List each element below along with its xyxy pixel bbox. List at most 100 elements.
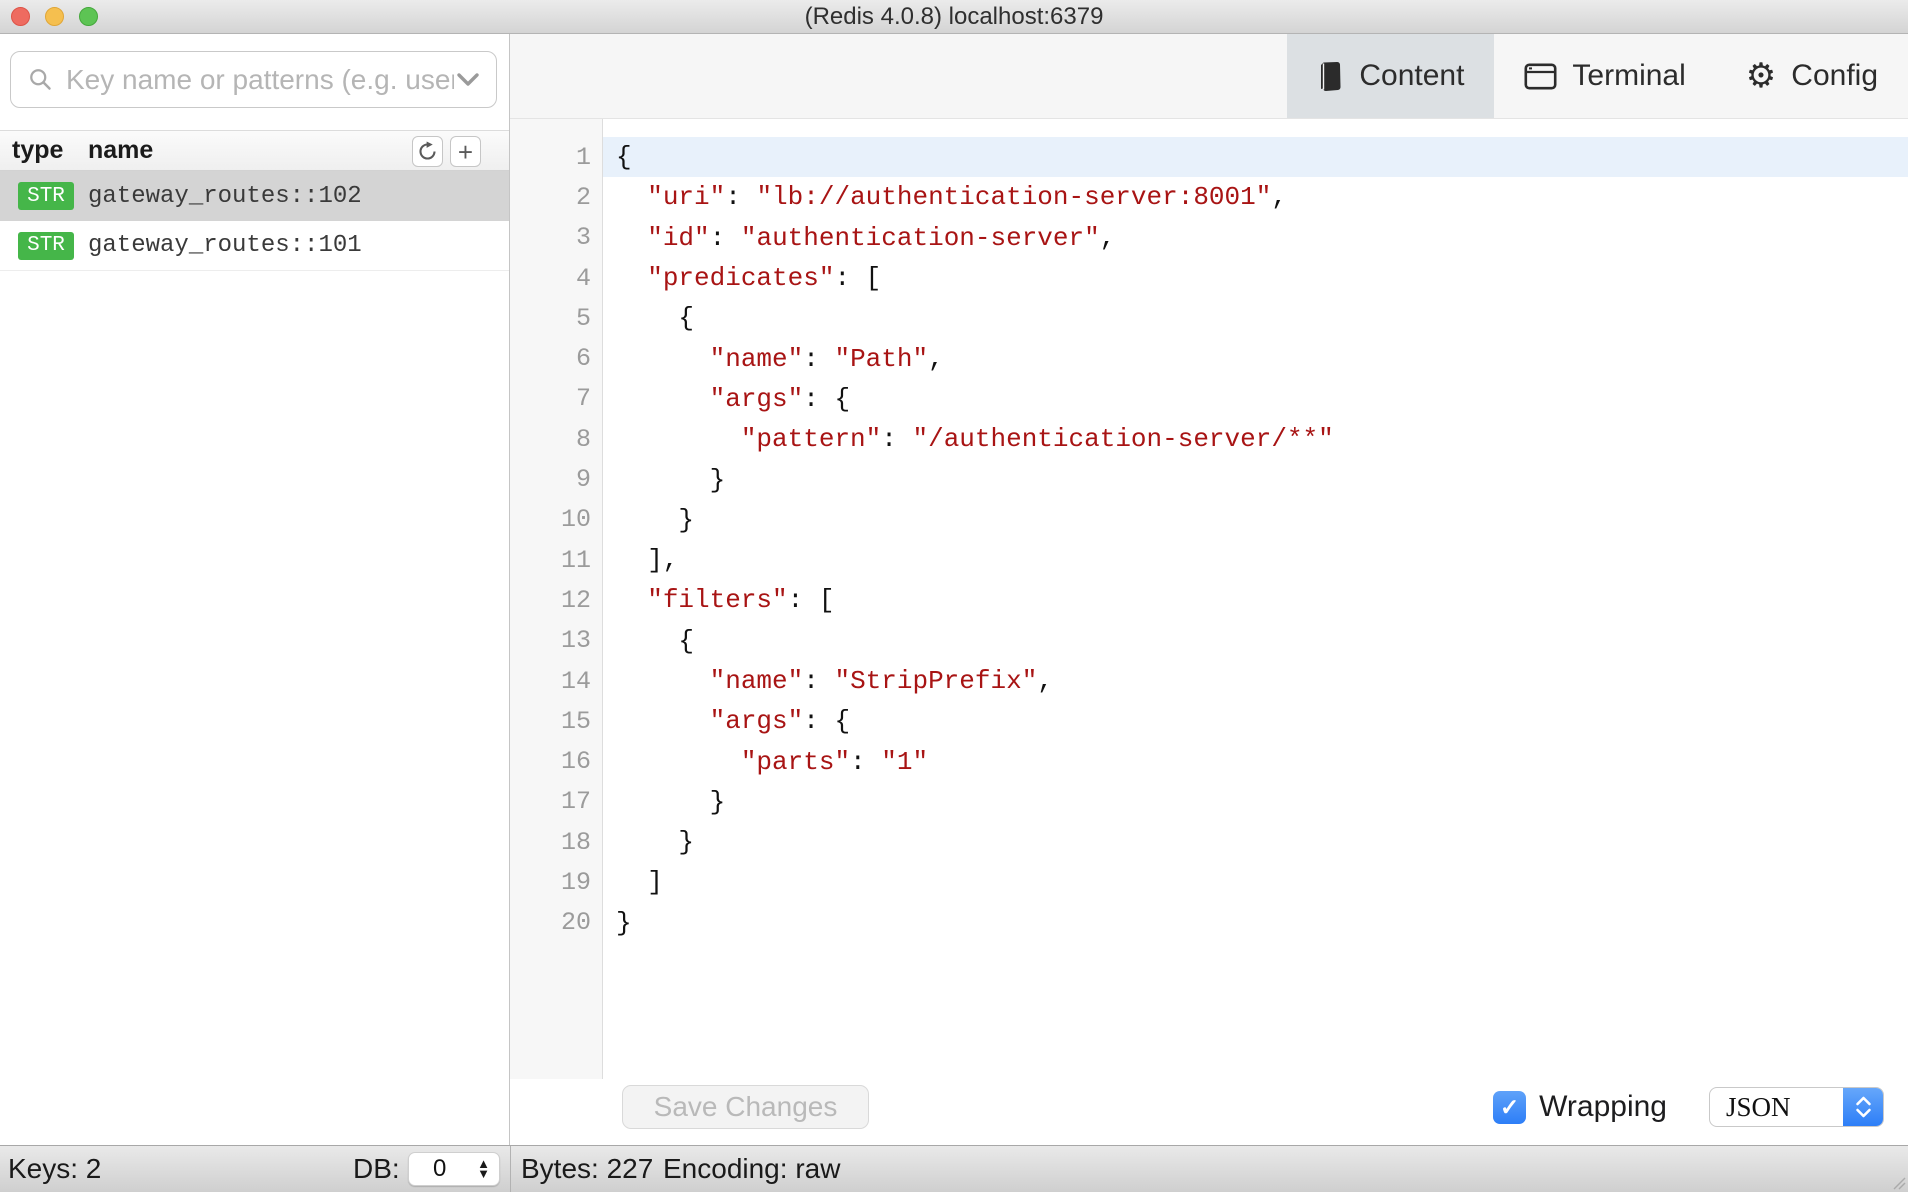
line-number: 10 xyxy=(510,505,603,534)
db-label: DB: xyxy=(353,1153,400,1185)
line-number: 5 xyxy=(510,304,603,333)
line-number: 3 xyxy=(510,223,603,252)
code-line-text: { xyxy=(603,621,1908,661)
code-line-text: ], xyxy=(603,540,1908,580)
editor-line: 7 "args": { xyxy=(510,379,1908,419)
zoom-window-button[interactable] xyxy=(79,7,98,26)
app-window: (Redis 4.0.8) localhost:6379 type nam xyxy=(0,0,1908,1192)
add-key-button[interactable]: + xyxy=(450,136,481,167)
editor-line: 6 "name": "Path", xyxy=(510,338,1908,378)
line-number: 18 xyxy=(510,828,603,857)
checkbox-check-icon: ✓ xyxy=(1493,1091,1526,1124)
code-line-text: "pattern": "/authentication-server/**" xyxy=(603,419,1908,459)
encoding-info: Encoding: raw xyxy=(663,1153,840,1185)
editor-line: 14 "name": "StripPrefix", xyxy=(510,661,1908,701)
tabbar: Content Terminal ⚙ Config xyxy=(510,34,1908,119)
line-number: 12 xyxy=(510,586,603,615)
code-line-text: "uri": "lb://authentication-server:8001"… xyxy=(603,177,1908,217)
tab-config[interactable]: ⚙ Config xyxy=(1716,34,1908,118)
editor-footer: Save Changes ✓ Wrapping JSON xyxy=(510,1079,1908,1145)
save-changes-button[interactable]: Save Changes xyxy=(622,1085,869,1129)
line-number: 20 xyxy=(510,908,603,937)
code-line-text: "name": "StripPrefix", xyxy=(603,661,1908,701)
code-line-text: "predicates": [ xyxy=(603,258,1908,298)
tab-label: Config xyxy=(1791,59,1878,93)
minimize-window-button[interactable] xyxy=(45,7,64,26)
editor-line: 20} xyxy=(510,903,1908,943)
code-line-text: } xyxy=(603,903,1908,943)
close-window-button[interactable] xyxy=(11,7,30,26)
refresh-icon xyxy=(417,141,438,162)
bytes-info: Bytes: 227 xyxy=(521,1153,653,1185)
line-number: 15 xyxy=(510,707,603,736)
code-line-text: ] xyxy=(603,862,1908,902)
column-header-name: name xyxy=(88,136,153,165)
editor-line: 18 } xyxy=(510,822,1908,862)
key-search-box xyxy=(10,51,497,108)
editor-line: 16 "parts": "1" xyxy=(510,741,1908,781)
code-line-text: "id": "authentication-server", xyxy=(603,218,1908,258)
code-line-text: "parts": "1" xyxy=(603,741,1908,781)
key-type-badge: STR xyxy=(18,232,74,260)
db-select-value: 0 xyxy=(409,1155,446,1183)
traffic-lights xyxy=(11,7,98,26)
tab-terminal[interactable]: Terminal xyxy=(1494,34,1715,118)
refresh-keys-button[interactable] xyxy=(412,136,443,167)
code-line-text: } xyxy=(603,822,1908,862)
column-header-type: type xyxy=(12,136,88,165)
code-line-text: } xyxy=(603,500,1908,540)
code-line-text: { xyxy=(603,137,1908,177)
titlebar: (Redis 4.0.8) localhost:6379 xyxy=(0,0,1908,34)
line-number: 16 xyxy=(510,747,603,776)
wrapping-label: Wrapping xyxy=(1539,1090,1667,1124)
stepper-arrows-icon: ▲ ▼ xyxy=(477,1159,490,1179)
wrapping-checkbox[interactable]: ✓ Wrapping xyxy=(1493,1090,1667,1124)
key-name: gateway_routes::102 xyxy=(88,183,362,210)
editor-line: 9 } xyxy=(510,459,1908,499)
code-line-text: "args": { xyxy=(603,701,1908,741)
key-row[interactable]: STR gateway_routes::101 xyxy=(0,221,509,271)
format-select[interactable]: JSON xyxy=(1709,1087,1884,1127)
book-icon xyxy=(1317,61,1344,92)
db-select[interactable]: 0 ▲ ▼ xyxy=(408,1152,500,1186)
line-number: 2 xyxy=(510,183,603,212)
line-number: 11 xyxy=(510,546,603,575)
content-panel: Content Terminal ⚙ Config 1{2 "uri": "lb… xyxy=(510,34,1908,1145)
line-number: 1 xyxy=(510,143,603,172)
editor-line: 19 ] xyxy=(510,862,1908,902)
keys-count: Keys: 2 xyxy=(8,1153,101,1185)
key-name: gateway_routes::101 xyxy=(88,232,362,259)
line-number: 14 xyxy=(510,667,603,696)
code-line-text: "filters": [ xyxy=(603,580,1908,620)
search-dropdown-chevron-icon[interactable] xyxy=(456,72,480,87)
key-type-badge: STR xyxy=(18,182,74,210)
plus-icon: + xyxy=(458,139,473,165)
select-stepper-icon xyxy=(1843,1088,1883,1126)
key-search-input[interactable] xyxy=(64,63,456,97)
gear-icon: ⚙ xyxy=(1746,59,1776,93)
line-number: 19 xyxy=(510,868,603,897)
sidebar: type name + STRgateway_routes::102STRgat… xyxy=(0,34,510,1145)
main-area: type name + STRgateway_routes::102STRgat… xyxy=(0,34,1908,1145)
format-select-value: JSON xyxy=(1710,1092,1843,1123)
editor-line: 10 } xyxy=(510,500,1908,540)
line-number: 13 xyxy=(510,626,603,655)
resize-grip[interactable] xyxy=(1888,1172,1906,1190)
line-number: 17 xyxy=(510,787,603,816)
window-title: (Redis 4.0.8) localhost:6379 xyxy=(0,0,1908,33)
statusbar: Keys: 2 DB: 0 ▲ ▼ Bytes: 227 Encoding: r… xyxy=(0,1145,1908,1192)
search-icon xyxy=(27,66,54,93)
editor-line: 5 { xyxy=(510,298,1908,338)
terminal-icon xyxy=(1524,63,1557,90)
key-row[interactable]: STR gateway_routes::102 xyxy=(0,171,509,221)
tab-content[interactable]: Content xyxy=(1287,34,1494,118)
editor-line: 4 "predicates": [ xyxy=(510,258,1908,298)
key-list-toolbar: + xyxy=(412,136,481,167)
editor-line: 11 ], xyxy=(510,540,1908,580)
editor-line: 8 "pattern": "/authentication-server/**" xyxy=(510,419,1908,459)
code-line-text: "args": { xyxy=(603,379,1908,419)
json-editor[interactable]: 1{2 "uri": "lb://authentication-server:8… xyxy=(510,119,1908,1079)
line-number: 7 xyxy=(510,384,603,413)
editor-line: 3 "id": "authentication-server", xyxy=(510,218,1908,258)
line-number: 8 xyxy=(510,425,603,454)
